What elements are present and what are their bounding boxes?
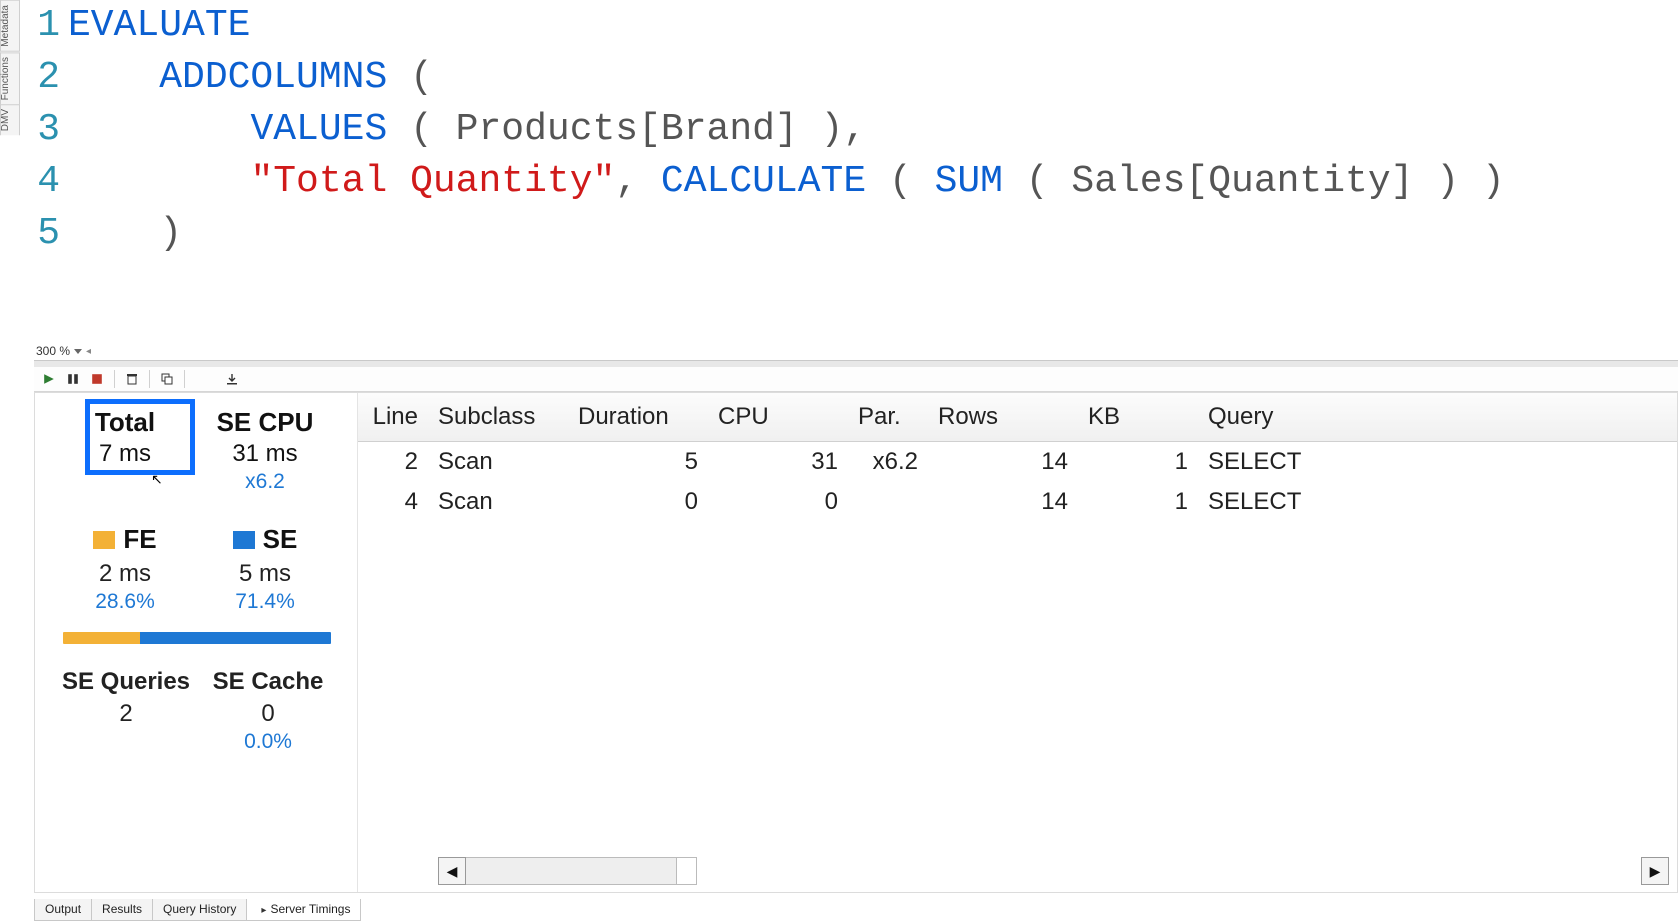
timing-table-wrap: Line Subclass Duration CPU Par. Rows KB …	[357, 393, 1677, 892]
stat-se-cache-label: SE Cache	[197, 668, 339, 696]
stat-total-value: 7 ms	[55, 440, 195, 468]
col-kb[interactable]: KB	[1078, 393, 1198, 442]
table-cell: 0	[708, 482, 848, 522]
table-cell: SELECT	[1198, 482, 1677, 522]
stat-se-cpu-value: 31 ms	[195, 440, 335, 468]
col-cpu[interactable]: CPU	[708, 393, 848, 442]
table-cell: 5	[568, 442, 708, 483]
download-icon[interactable]	[225, 372, 239, 386]
scroll-thumb[interactable]	[466, 858, 677, 884]
stat-se: SE 5 ms 71.4%	[195, 524, 335, 614]
tab-output[interactable]: Output	[34, 899, 92, 921]
table-cell: 2	[358, 442, 428, 483]
code-editor[interactable]: 12345 EVALUATE ADDCOLUMNS ( VALUES ( Pro…	[22, 0, 1680, 340]
stat-total: Total 7 ms	[55, 407, 195, 494]
table-header-row: Line Subclass Duration CPU Par. Rows KB …	[358, 393, 1677, 442]
stat-se-queries-value: 2	[55, 700, 197, 728]
zoom-tick: ◂	[86, 346, 91, 357]
line-number: 2	[22, 52, 60, 104]
col-query[interactable]: Query	[1198, 393, 1677, 442]
table-row[interactable]: 4Scan00141SELECT	[358, 482, 1677, 522]
table-cell: 0	[568, 482, 708, 522]
line-number: 4	[22, 156, 60, 208]
editor-code[interactable]: EVALUATE ADDCOLUMNS ( VALUES ( Products[…	[68, 0, 1680, 340]
stat-total-label: Total	[55, 407, 195, 438]
copy-icon[interactable]	[160, 372, 174, 386]
table-cell: SELECT	[1198, 442, 1677, 483]
stat-fe: FE 2 ms 28.6%	[55, 524, 195, 614]
col-line[interactable]: Line	[358, 393, 428, 442]
tab-query-history[interactable]: Query History	[152, 899, 247, 921]
results-toolbar	[34, 367, 1678, 392]
table-cell: 31	[708, 442, 848, 483]
trash-icon[interactable]	[125, 372, 139, 386]
toolbar-divider	[114, 370, 115, 388]
tab-results[interactable]: Results	[91, 899, 153, 921]
col-subclass[interactable]: Subclass	[428, 393, 568, 442]
fe-se-bar	[63, 632, 331, 644]
stat-se-cpu: SE CPU 31 ms x6.2	[195, 407, 335, 494]
table-cell: Scan	[428, 482, 568, 522]
stat-fe-sub: 28.6%	[55, 590, 195, 614]
chevron-down-icon[interactable]	[74, 349, 82, 354]
play-icon[interactable]	[42, 372, 56, 386]
side-tab-functions[interactable]: Functions	[0, 52, 20, 104]
stat-fe-label: FE	[123, 524, 156, 555]
line-number: 1	[22, 0, 60, 52]
line-number: 3	[22, 104, 60, 156]
table-cell: 14	[928, 482, 1078, 522]
col-duration[interactable]: Duration	[568, 393, 708, 442]
side-tab-dmv[interactable]: DMV	[0, 104, 20, 135]
zoom-level: 300 %	[36, 344, 70, 358]
table-cell: 14	[928, 442, 1078, 483]
scroll-left-button[interactable]: ◀	[438, 857, 466, 885]
stat-se-cpu-label: SE CPU	[195, 407, 335, 438]
pause-icon[interactable]	[66, 372, 80, 386]
toolbar-divider	[149, 370, 150, 388]
toolbar-divider	[184, 370, 185, 388]
fe-swatch-icon	[93, 531, 115, 549]
side-tabs: Metadata Functions DMV	[0, 0, 20, 150]
stat-fe-value: 2 ms	[55, 560, 195, 588]
bottom-tabs: Output Results Query History Server Timi…	[34, 899, 1678, 921]
se-bar-segment	[140, 632, 331, 644]
stat-se-cache: SE Cache 0 0.0%	[197, 668, 339, 754]
col-rows[interactable]: Rows	[928, 393, 1078, 442]
timing-stats: ↖ Total 7 ms SE CPU 31 ms x6.2 FE 2 ms 2…	[35, 393, 357, 892]
timing-table[interactable]: Line Subclass Duration CPU Par. Rows KB …	[358, 393, 1677, 522]
fe-bar-segment	[63, 632, 140, 644]
zoom-control[interactable]: 300 % ◂	[36, 344, 91, 358]
line-number: 5	[22, 208, 60, 260]
tab-server-timings[interactable]: Server Timings	[246, 899, 361, 921]
stat-se-sub: 71.4%	[195, 590, 335, 614]
stat-se-label: SE	[263, 524, 298, 555]
scroll-right-button[interactable]: ▶	[1641, 857, 1669, 885]
side-tab-metadata[interactable]: Metadata	[0, 0, 20, 52]
horizontal-scrollbar[interactable]: ◀ ▶	[438, 858, 1669, 884]
stat-se-cache-sub: 0.0%	[197, 730, 339, 754]
scroll-track[interactable]	[466, 857, 697, 885]
se-swatch-icon	[233, 531, 255, 549]
editor-gutter: 12345	[22, 0, 68, 340]
table-row[interactable]: 2Scan531x6.2141SELECT	[358, 442, 1677, 483]
table-cell	[848, 482, 928, 522]
table-cell: 4	[358, 482, 428, 522]
stat-se-cache-value: 0	[197, 700, 339, 728]
stat-se-cpu-sub: x6.2	[195, 470, 335, 494]
table-cell: x6.2	[848, 442, 928, 483]
table-cell: 1	[1078, 482, 1198, 522]
table-cell: Scan	[428, 442, 568, 483]
col-par[interactable]: Par.	[848, 393, 928, 442]
server-timings-pane: ↖ Total 7 ms SE CPU 31 ms x6.2 FE 2 ms 2…	[34, 392, 1678, 893]
stat-se-queries: SE Queries 2	[55, 668, 197, 754]
stat-se-value: 5 ms	[195, 560, 335, 588]
stat-se-queries-label: SE Queries	[55, 668, 197, 696]
table-cell: 1	[1078, 442, 1198, 483]
stop-icon[interactable]	[90, 372, 104, 386]
